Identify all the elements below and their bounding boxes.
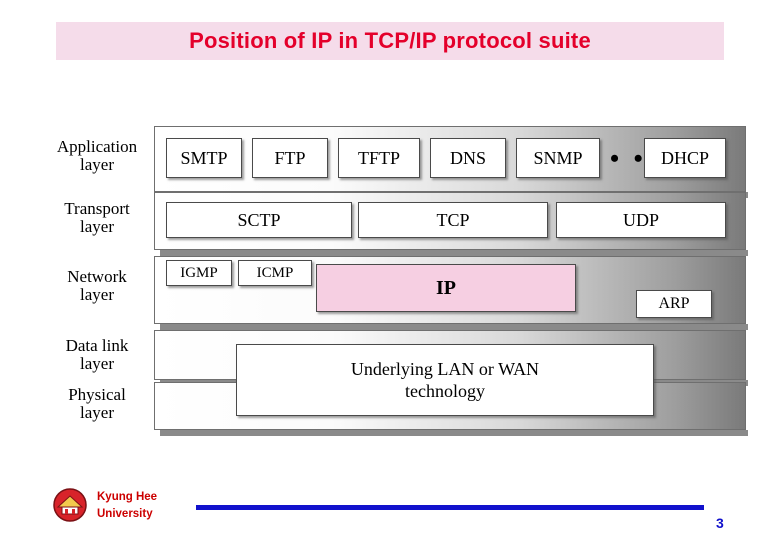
physical-bar-shadow <box>160 430 748 436</box>
protocol-box-dns: DNS <box>430 138 506 178</box>
protocol-box-sctp: SCTP <box>166 202 352 238</box>
layer-label-application: Application layer <box>56 137 138 174</box>
page-number: 3 <box>716 515 724 531</box>
protocol-stack-diagram: Application layer Transport layer Networ… <box>44 126 748 441</box>
footer-divider <box>196 505 704 510</box>
protocol-box-arp: ARP <box>636 290 712 318</box>
slide-title-banner: Position of IP in TCP/IP protocol suite <box>56 22 724 60</box>
university-name: Kyung Hee University <box>97 489 157 522</box>
protocol-box-tcp: TCP <box>358 202 548 238</box>
protocol-box-smtp: SMTP <box>166 138 242 178</box>
underlying-technology-box: Underlying LAN or WAN technology <box>236 344 654 416</box>
layer-label-physical: Physical layer <box>68 385 126 422</box>
protocol-box-snmp: SNMP <box>516 138 600 178</box>
protocol-box-ip: IP <box>316 264 576 312</box>
layer-label-datalink: Data link layer <box>65 336 129 373</box>
layer-label-transport: Transport layer <box>64 199 130 236</box>
page-title: Position of IP in TCP/IP protocol suite <box>189 28 591 53</box>
underlying-technology-line1: Underlying LAN or WAN <box>350 358 540 379</box>
underlying-technology-line2: technology <box>405 381 485 401</box>
university-name-line1: Kyung Hee <box>97 491 158 503</box>
protocol-box-dhcp: DHCP <box>644 138 726 178</box>
protocol-box-icmp: ICMP <box>238 260 312 286</box>
protocol-box-ftp: FTP <box>252 138 328 178</box>
protocol-box-udp: UDP <box>556 202 726 238</box>
protocol-box-tftp: TFTP <box>338 138 420 178</box>
layer-label-network: Network layer <box>67 267 127 304</box>
university-logo <box>52 487 88 523</box>
university-name-line2: University <box>97 507 153 520</box>
protocol-box-igmp: IGMP <box>166 260 232 286</box>
